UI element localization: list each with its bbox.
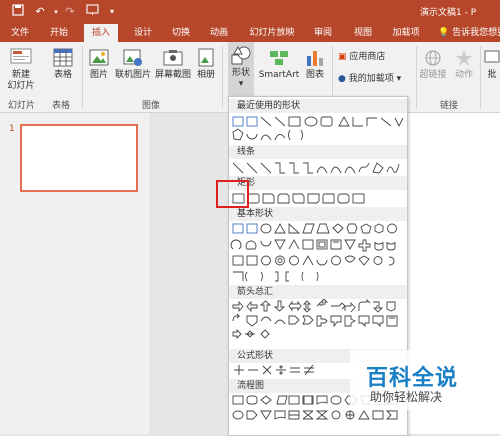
group-label-tables: 表格	[52, 101, 71, 111]
chart-label: 图表	[305, 70, 324, 80]
smartart-button[interactable]: SmartArt	[258, 48, 300, 81]
lightbulb-icon: 💡	[438, 28, 450, 38]
category-rectangles: 矩形	[229, 176, 407, 190]
addins-icon: ●	[338, 74, 346, 84]
action-label: 动作	[454, 70, 473, 80]
store-icon: ▣	[338, 52, 347, 62]
picture-label: 图片	[89, 70, 108, 80]
group-label-links: 链接	[440, 101, 459, 111]
online-picture-button[interactable]: 联机图片	[114, 48, 152, 81]
store-button[interactable]: ▣ 应用商店	[338, 52, 398, 63]
start-from-beginning-icon[interactable]	[84, 4, 100, 20]
group-label-images: 图像	[142, 101, 161, 111]
app-title: 演示文稿1 - P	[420, 8, 477, 18]
tab-file[interactable]: 文件	[4, 24, 36, 42]
comment-button[interactable]: 批	[484, 48, 500, 81]
comment-label: 批	[487, 70, 497, 80]
tell-me-text: 告诉我您想要	[452, 28, 500, 38]
tab-addins[interactable]: 加载项	[388, 24, 424, 42]
action-button[interactable]: 动作	[452, 48, 476, 81]
tab-home[interactable]: 开始	[44, 24, 74, 42]
new-slide-label-1: 新建	[11, 70, 30, 80]
basic-shapes[interactable]	[229, 221, 407, 285]
store-label: 应用商店	[349, 52, 386, 62]
category-block-arrows: 箭头总汇	[229, 285, 407, 299]
my-addins-button[interactable]: ● 我的加载项 ▾	[338, 74, 414, 85]
online-picture-label: 联机图片	[114, 70, 151, 80]
tab-review[interactable]: 审阅	[308, 24, 338, 42]
undo-icon[interactable]: ↶	[32, 4, 48, 20]
title-bar: ↶ ▾ ↷ ▾ 演示文稿1 - P	[0, 0, 500, 24]
album-button[interactable]: 相册	[194, 48, 218, 81]
chevron-down-icon: ▾	[396, 74, 402, 84]
save-icon[interactable]	[10, 4, 26, 20]
screenshot-button[interactable]: 屏幕截图	[154, 48, 192, 81]
group-separator	[480, 46, 481, 108]
shapes-button[interactable]: 形状 ▾	[228, 42, 254, 100]
tab-animations[interactable]: 动画	[204, 24, 234, 42]
category-basic-shapes: 基本形状	[229, 207, 407, 221]
slide-thumbnail[interactable]	[20, 124, 138, 192]
redo-icon[interactable]: ↷	[62, 4, 78, 20]
hyperlink-label: 超链接	[419, 70, 447, 80]
tell-me-box[interactable]: 💡 告诉我您想要	[438, 24, 500, 42]
hyperlink-button[interactable]: 超链接	[418, 48, 448, 81]
qat-dropdown-icon[interactable]: ▾	[104, 4, 120, 20]
group-separator	[82, 46, 83, 108]
shapes-label: 形状	[231, 68, 250, 78]
smartart-label: SmartArt	[258, 70, 300, 80]
rectangle-highlight-box	[216, 180, 249, 208]
watermark-subtitle: 助你轻松解决	[370, 390, 443, 404]
screenshot-label: 屏幕截图	[154, 70, 191, 80]
tab-insert[interactable]: 插入	[84, 24, 118, 42]
tab-view[interactable]: 视图	[348, 24, 378, 42]
group-label-slides: 幻灯片	[8, 101, 36, 111]
group-separator	[222, 46, 223, 108]
my-addins-label: 我的加载项	[348, 74, 394, 84]
chart-button[interactable]: 图表	[302, 48, 328, 81]
album-label: 相册	[196, 70, 215, 80]
slide-number: 1	[9, 124, 15, 134]
ribbon-tabs: 文件 开始 插入 设计 切换 动画 幻灯片放映 审阅 视图 加载项	[0, 24, 500, 42]
tab-transitions[interactable]: 切换	[166, 24, 196, 42]
rectangle-shapes[interactable]	[229, 191, 407, 207]
recent-shapes[interactable]	[229, 114, 407, 144]
picture-button[interactable]: 图片	[88, 48, 110, 81]
tab-design[interactable]: 设计	[128, 24, 158, 42]
tab-slideshow[interactable]: 幻灯片放映	[244, 24, 300, 42]
new-slide-label-2: 幻灯片	[7, 81, 35, 91]
chevron-down-icon: ▾	[238, 79, 244, 89]
arrow-shapes[interactable]	[229, 299, 407, 347]
category-lines: 线条	[229, 145, 407, 159]
table-button[interactable]: 表格	[50, 48, 76, 81]
category-recent: 最近使用的形状	[229, 99, 407, 113]
new-slide-button[interactable]: 新建 幻灯片	[6, 48, 36, 92]
line-shapes[interactable]	[229, 160, 407, 176]
group-separator	[416, 46, 417, 108]
table-label: 表格	[53, 70, 72, 80]
